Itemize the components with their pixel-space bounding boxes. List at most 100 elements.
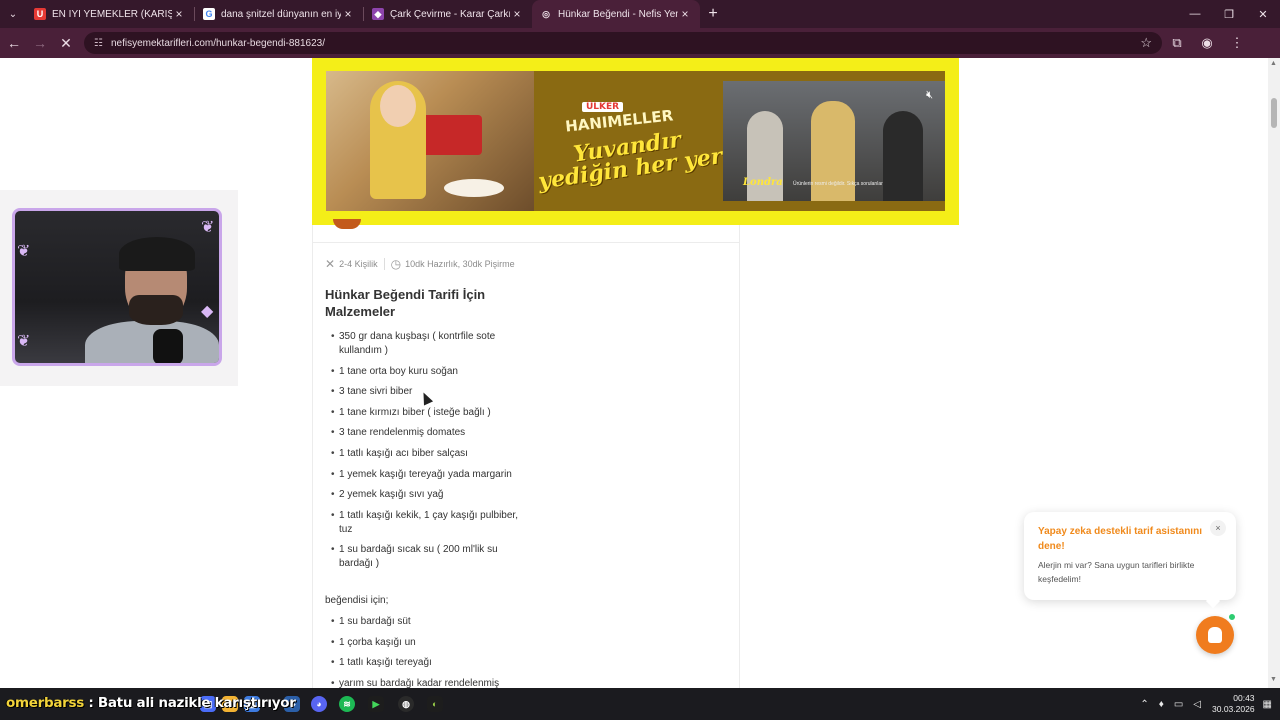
tab-title: Çark Çevirme - Karar Çarkı — [390, 8, 510, 20]
restore-icon[interactable]: ❐ — [1212, 0, 1246, 28]
tab-search-icon[interactable]: ⌄ — [0, 0, 26, 28]
ingredient-item: 3 tane rendelenmiş domates — [331, 426, 531, 440]
address-bar: ← → ✕ ☷ nefisyemektarifleri.com/hunkar-b… — [0, 28, 1280, 58]
online-status-dot — [1227, 612, 1237, 622]
volume-icon[interactable]: ◁ — [1193, 699, 1201, 710]
clock-icon: ◷ — [390, 257, 402, 271]
ad-caption: Ürünlerin resmi değildir. Sıkça sorulanl… — [793, 181, 883, 187]
ingredient-item: 1 tatlı kaşığı kekik, 1 çay kaşığı pulbi… — [331, 509, 531, 537]
ad-video[interactable]: Londra Ürünlerin resmi değildir. Sıkça s… — [723, 81, 945, 201]
notification-bell-icon[interactable]: ▦ — [1263, 699, 1272, 710]
forward-icon[interactable]: → — [28, 31, 52, 55]
new-tab-icon[interactable]: + — [700, 5, 726, 23]
favicon-google-icon: G — [203, 8, 215, 20]
author-avatar[interactable] — [333, 219, 361, 229]
ai-assistant-title: Yapay zeka destekli tarif asistanını den… — [1038, 526, 1202, 552]
ad-creative[interactable]: ÜLKER HANIMELLER Yuvandır yediğin her ye… — [326, 71, 945, 211]
chef-hat-icon — [1208, 627, 1222, 643]
tab-title: Hünkar Beğendi - Nefis Yemek — [558, 8, 678, 20]
tab-title: EN İYİ YEMEKLER (KARIŞIK) | Un — [52, 8, 172, 20]
favicon-u-icon: U — [34, 8, 46, 20]
favicon-loading-icon: ◎ — [542, 8, 550, 19]
ingredient-item: 1 yemek kaşığı tereyağı yada margarin — [331, 468, 531, 482]
chevron-up-icon[interactable]: ⌃ — [1140, 699, 1148, 710]
cookie-plate — [444, 179, 504, 197]
ingredient-item: 1 tatlı kaşığı acı biber salçası — [331, 447, 531, 461]
ingredient-item: 1 tatlı kaşığı tereyağı — [331, 656, 531, 670]
window-controls: — ❐ ✕ — [1178, 0, 1280, 28]
tab-3[interactable]: ◆ Çark Çevirme - Karar Çarkı × — [364, 0, 532, 28]
spotify-icon[interactable]: ≋ — [339, 696, 355, 712]
ad-text-block: ÜLKER HANIMELLER Yuvandır yediğin her ye… — [534, 71, 724, 211]
ingredient-item: 2 yemek kaşığı sıvı yağ — [331, 488, 531, 502]
begendi-subheading: beğendisi için; — [325, 595, 389, 606]
ornament-icon: ❦ — [17, 243, 31, 260]
recipe-column: ✕ 2-4 Kişilik ◷ 10dk Hazırlık, 30dk Pişi… — [312, 219, 740, 688]
meta-separator — [383, 258, 385, 270]
mute-icon[interactable]: 🔇︎ — [926, 89, 933, 102]
discord-icon[interactable]: ◕ — [311, 696, 327, 712]
divider — [313, 242, 739, 243]
close-window-icon[interactable]: ✕ — [1246, 0, 1280, 28]
favicon-wheel-icon: ◆ — [372, 8, 384, 20]
begendi-ingredients-list: 1 su bardağı süt 1 çorba kaşığı un 1 tat… — [331, 615, 531, 688]
taskbar-app-icon[interactable]: ◐ — [427, 696, 443, 712]
menu-kebab-icon[interactable]: ⋮ — [1222, 35, 1252, 51]
ornament-icon: ❦ — [201, 219, 215, 236]
back-icon[interactable]: ← — [2, 31, 26, 55]
close-popup-button[interactable]: × — [1210, 520, 1226, 536]
bookmark-star-icon[interactable]: ☆ — [1140, 35, 1152, 51]
popup-tail — [1205, 593, 1221, 609]
tab-1[interactable]: U EN İYİ YEMEKLER (KARIŞIK) | Un × — [26, 0, 194, 28]
page-scrollbar[interactable]: ▲ ▼ — [1268, 58, 1280, 688]
minimize-icon[interactable]: — — [1178, 0, 1212, 28]
profile-avatar-icon[interactable]: ◉ — [1192, 35, 1222, 51]
tab-bar: ⌄ U EN İYİ YEMEKLER (KARIŞIK) | Un × G d… — [0, 0, 1280, 28]
servings-text: 2-4 Kişilik — [339, 259, 378, 269]
clock[interactable]: 00:43 30.03.2026 — [1212, 693, 1255, 715]
ornament-icon: ◆ — [201, 303, 214, 320]
chat-message: : Batu ali nazikle karıştırıyor — [83, 695, 296, 711]
display-icon[interactable]: ▭ — [1174, 699, 1183, 710]
stop-loading-icon[interactable]: ✕ — [54, 31, 78, 55]
ingredient-item: 1 tane kırmızı biber ( isteğe bağlı ) — [331, 406, 531, 420]
ingredient-item: 350 gr dana kuşbaşı ( kontrfile sote kul… — [331, 330, 531, 358]
scrollbar-thumb[interactable] — [1271, 98, 1277, 128]
ai-assistant-chef-button[interactable] — [1196, 616, 1234, 654]
chat-nickname: omerbarss — [6, 695, 84, 711]
webcam-person-hair — [119, 237, 195, 271]
site-info-icon[interactable]: ☷ — [94, 38, 103, 49]
extensions-icon[interactable]: ⧉ — [1162, 35, 1192, 51]
tab-2[interactable]: G dana şnitzel dünyanın en iyi yem × — [195, 0, 363, 28]
microphone-icon[interactable]: ♦ — [1159, 699, 1164, 710]
close-tab-icon[interactable]: × — [510, 7, 524, 21]
woman-face — [380, 85, 416, 127]
webcam-person-beard — [129, 295, 183, 325]
play-icon[interactable]: ▶ — [368, 696, 384, 712]
omnibox[interactable]: ☷ nefisyemektarifleri.com/hunkar-begendi… — [84, 32, 1162, 54]
video-person — [883, 111, 923, 201]
url-text: nefisyemektarifleri.com/hunkar-begendi-8… — [110, 37, 325, 49]
close-tab-icon[interactable]: × — [172, 7, 186, 21]
close-tab-icon[interactable]: × — [678, 7, 692, 21]
ingredient-item: 1 çorba kaşığı un — [331, 636, 531, 650]
webcam-person-shirt — [85, 321, 219, 363]
scroll-down-icon[interactable]: ▼ — [1270, 676, 1277, 683]
ingredient-item: 1 su bardağı sıcak su ( 200 ml'lik su ba… — [331, 543, 531, 571]
ingredient-item: yarım su bardağı kadar rendelenmiş — [331, 677, 531, 688]
ingredients-list: 350 gr dana kuşbaşı ( kontrfile sote kul… — [331, 330, 531, 578]
bus-illustration — [422, 115, 482, 155]
ad-banner[interactable]: ÜLKER HANIMELLER Yuvandır yediğin her ye… — [312, 58, 959, 225]
scroll-up-icon[interactable]: ▲ — [1270, 60, 1277, 67]
recipe-meta: ✕ 2-4 Kişilik ◷ 10dk Hazırlık, 30dk Pişi… — [325, 257, 515, 271]
close-tab-icon[interactable]: × — [341, 7, 355, 21]
tab-4-active[interactable]: ◎ Hünkar Beğendi - Nefis Yemek × — [532, 0, 700, 28]
ai-assistant-popup[interactable]: Yapay zeka destekli tarif asistanını den… — [1024, 512, 1236, 609]
tab-title: dana şnitzel dünyanın en iyi yem — [221, 8, 341, 20]
obs-icon[interactable]: ◍ — [398, 696, 414, 712]
ingredient-item: 1 su bardağı süt — [331, 615, 531, 629]
ornament-icon: ❦ — [17, 333, 31, 350]
ingredients-heading: Hünkar Beğendi Tarifi İçin Malzemeler — [325, 287, 486, 319]
time-text: 10dk Hazırlık, 30dk Pişirme — [405, 259, 515, 269]
web-page: ❦ ❦ ◆ ❦ ÜLKER HANIMELLER Yuvandır yediği… — [0, 58, 1280, 688]
